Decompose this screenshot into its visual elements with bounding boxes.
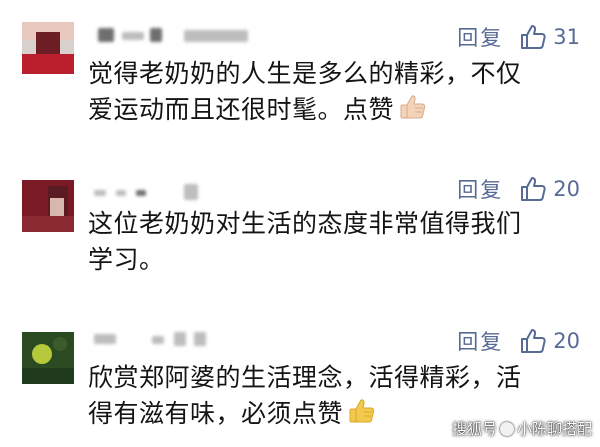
comment-text-line: 这位老奶奶对生活的态度非常值得我们 (88, 209, 522, 238)
reply-button[interactable]: 回复 (457, 174, 503, 204)
thumbs-up-icon (519, 23, 547, 51)
like-count: 31 (553, 25, 580, 49)
like-count: 20 (553, 329, 580, 353)
comment-text-line: 欣赏郑阿婆的生活理念，活得精彩，活 (88, 363, 522, 392)
comment-actions: 回复 20 (457, 172, 580, 206)
avatar-image (22, 22, 74, 74)
watermark-source: 搜狐号 (451, 420, 497, 438)
avatar-image (22, 180, 74, 232)
comment-text: 觉得老奶奶的人生是多么的精彩，不仅 爱运动而且还很时髦。点赞 (88, 56, 588, 132)
comment-actions: 回复 31 (457, 20, 580, 54)
like-button[interactable]: 20 (519, 327, 580, 355)
watermark-author: 小陈聊搭配 (516, 420, 592, 438)
like-button[interactable]: 20 (519, 175, 580, 203)
like-button[interactable]: 31 (519, 23, 580, 51)
comment-text-line: 学习。 (88, 245, 165, 274)
comment-1: 回复 31 觉得老奶奶的人生是多么的精彩，不仅 爱运动而且还很时髦。点赞 (0, 0, 600, 140)
avatar[interactable] (22, 332, 74, 384)
like-count: 20 (553, 177, 580, 201)
thumbs-up-icon (519, 327, 547, 355)
thumbs-up-icon (519, 175, 547, 203)
comment-text: 这位老奶奶对生活的态度非常值得我们 学习。 (88, 206, 588, 278)
thumbs-up-emoji-icon (347, 396, 377, 436)
reply-button[interactable]: 回复 (457, 22, 503, 52)
username-redacted (92, 26, 292, 48)
avatar[interactable] (22, 180, 74, 232)
username-redacted (92, 182, 292, 204)
watermark: 搜狐号 小陈聊搭配 (452, 418, 592, 439)
watermark-logo-icon (499, 421, 514, 436)
comment-2: 回复 20 这位老奶奶对生活的态度非常值得我们 学习。 (0, 170, 600, 310)
thumbs-up-emoji-icon (398, 92, 428, 132)
avatar-image (22, 332, 74, 384)
avatar[interactable] (22, 22, 74, 74)
reply-button[interactable]: 回复 (457, 326, 503, 356)
username-redacted (92, 330, 292, 352)
comment-text-line: 爱运动而且还很时髦。点赞 (88, 92, 588, 132)
comment-text-line: 觉得老奶奶的人生是多么的精彩，不仅 (88, 59, 522, 88)
comment-actions: 回复 20 (457, 324, 580, 358)
